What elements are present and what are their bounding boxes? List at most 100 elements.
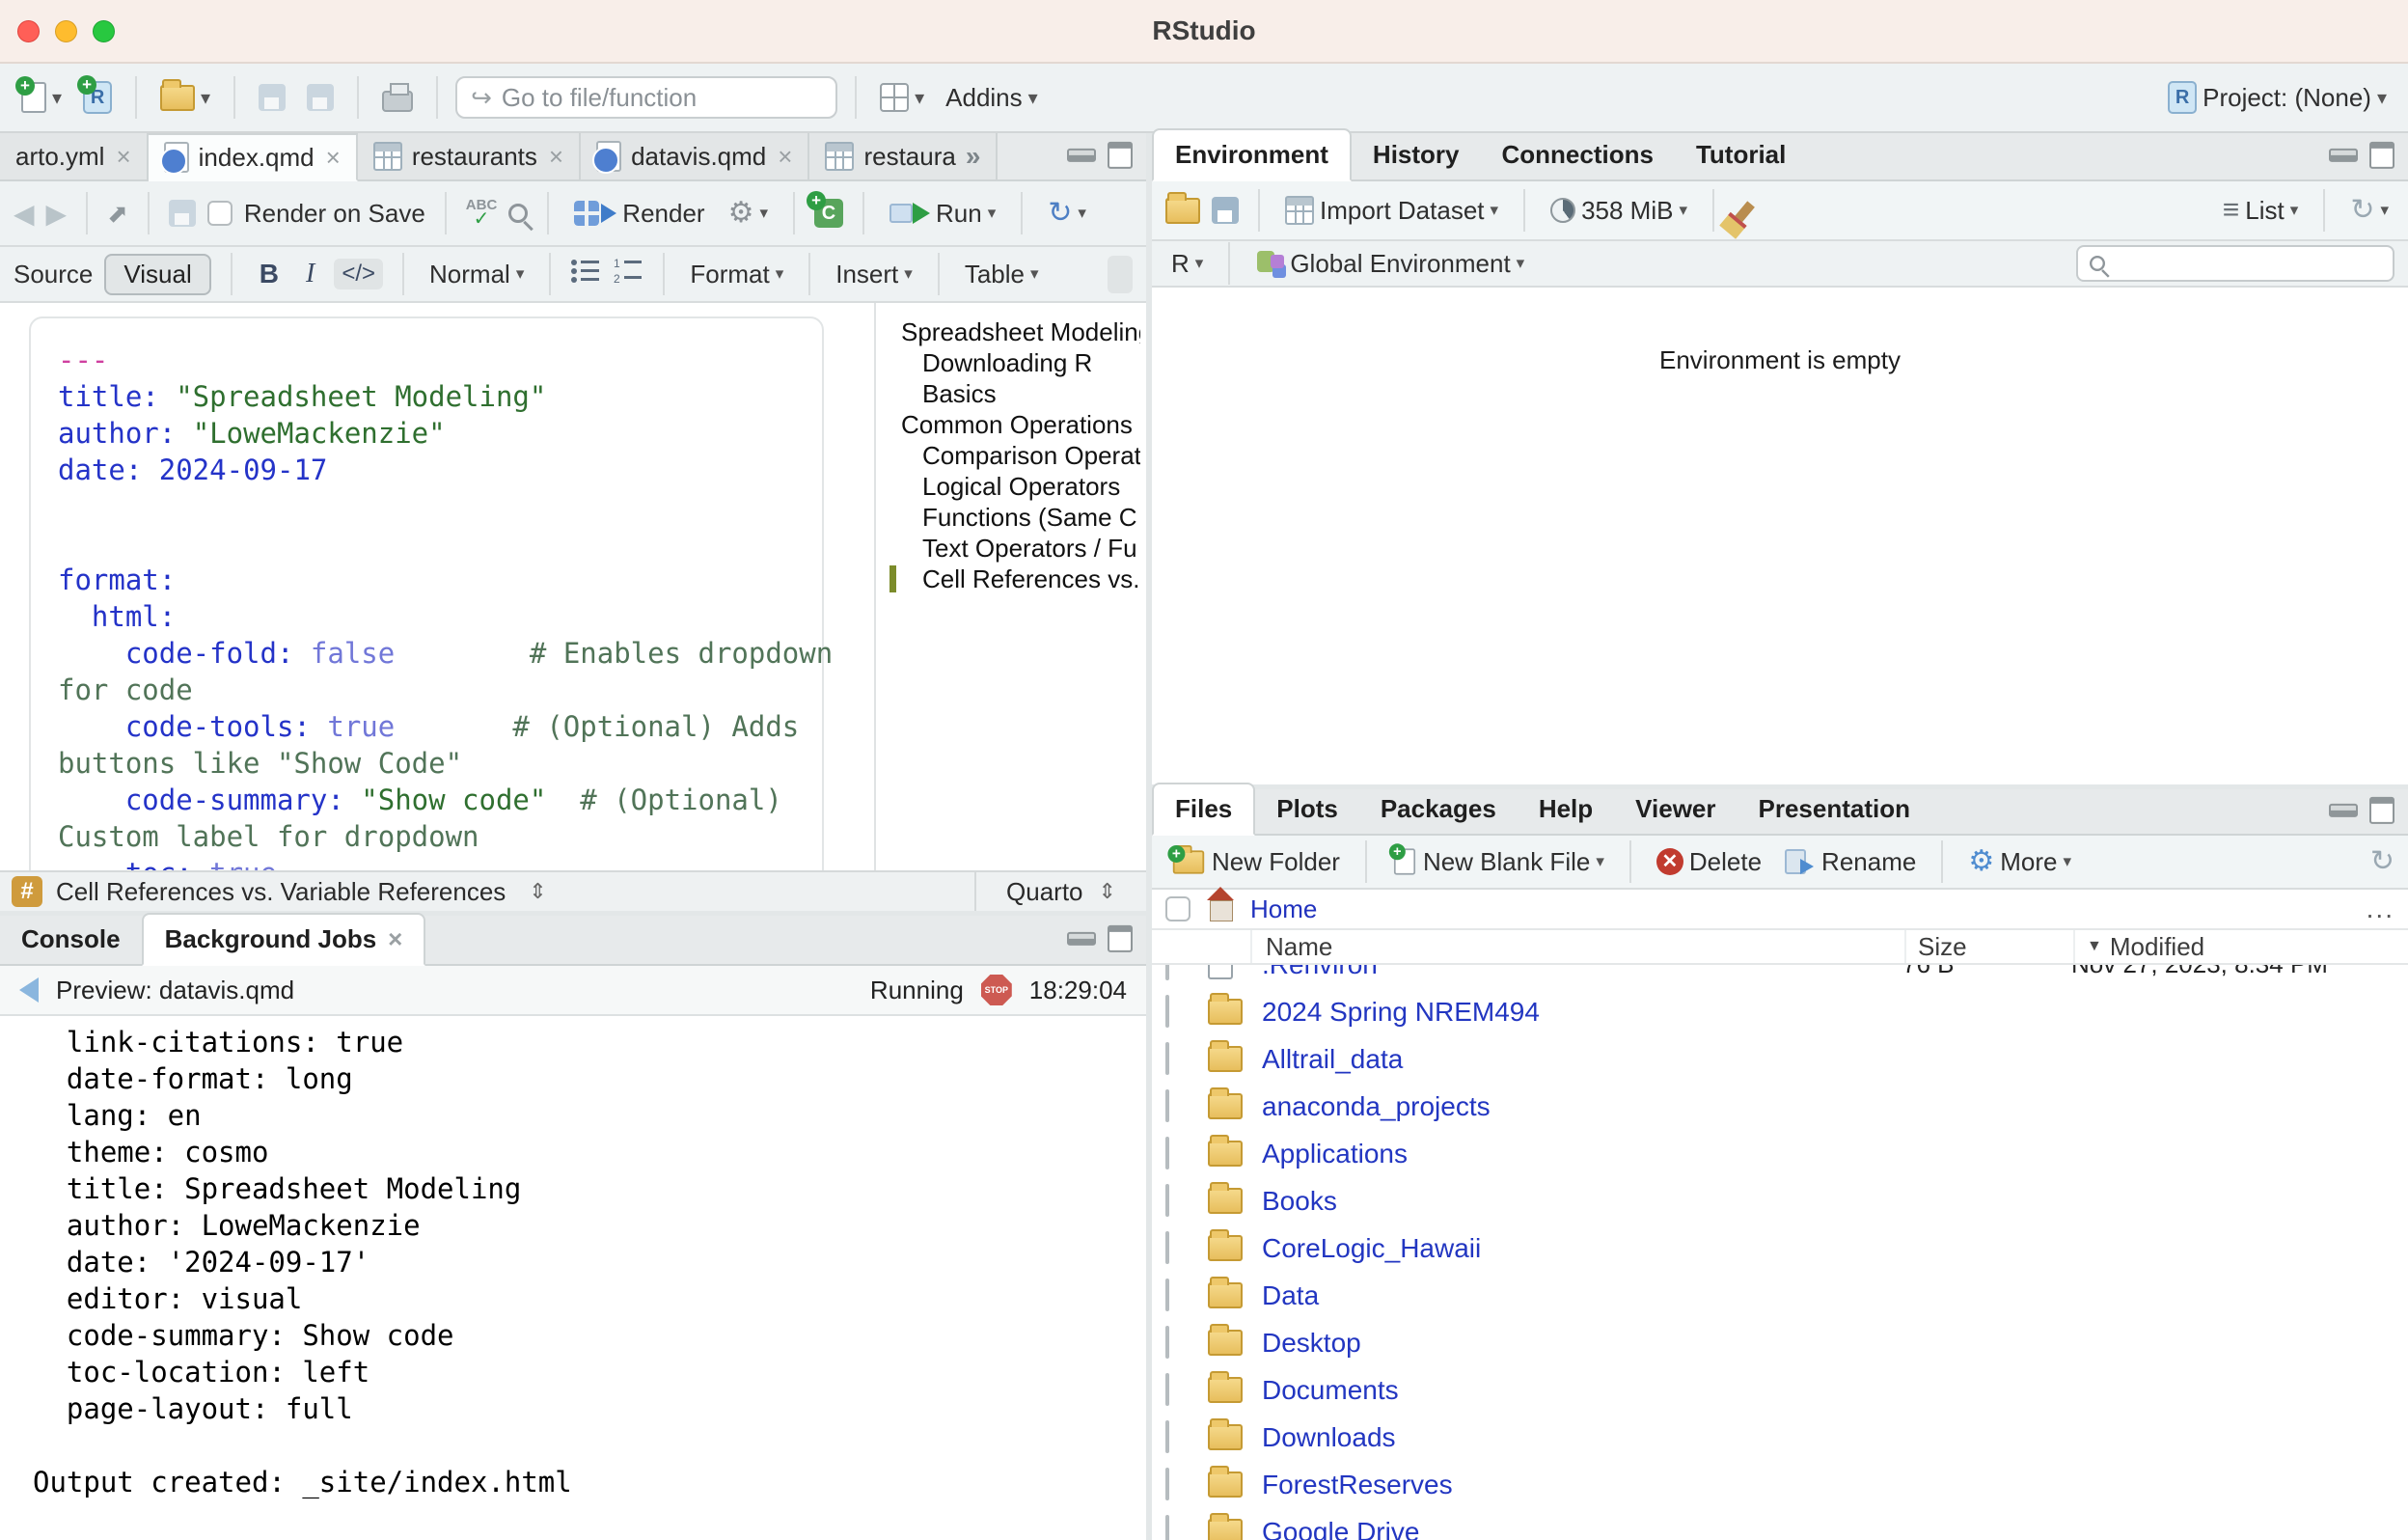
console-tab-Background Jobs[interactable]: Background Jobs× bbox=[142, 913, 426, 966]
outline-toggle-button[interactable] bbox=[1108, 256, 1133, 293]
file-name-link[interactable]: CoreLogic_Hawaii bbox=[1262, 1233, 1902, 1264]
close-tab-icon[interactable]: × bbox=[116, 142, 130, 172]
tab-Environment[interactable]: Environment bbox=[1152, 128, 1352, 181]
file-row[interactable]: anaconda_projects bbox=[1152, 1083, 2408, 1130]
outline-item[interactable]: Cell References vs. … bbox=[876, 564, 1140, 594]
new-folder-button[interactable]: New Folder bbox=[1165, 843, 1346, 881]
outline-item[interactable]: Downloading R bbox=[876, 347, 1140, 378]
close-tab-icon[interactable]: × bbox=[388, 924, 402, 954]
outline-item[interactable]: Basics bbox=[876, 378, 1140, 409]
visual-mode-button[interactable]: Visual bbox=[104, 254, 210, 295]
file-row[interactable]: Google Drive bbox=[1152, 1508, 2408, 1540]
file-name-link[interactable]: 2024 Spring NREM494 bbox=[1262, 997, 1902, 1028]
section-navigator[interactable]: # Cell References vs. Variable Reference… bbox=[12, 876, 974, 907]
minimize-pane-icon[interactable] bbox=[2329, 804, 2358, 817]
environment-scope-selector[interactable]: Global Environment ▾ bbox=[1249, 245, 1530, 283]
tab-overflow-icon[interactable]: » bbox=[966, 141, 981, 172]
outline-item[interactable]: Common Operations … bbox=[876, 409, 1140, 440]
file-name-link[interactable]: Data bbox=[1262, 1280, 1902, 1311]
insert-chunk-button[interactable]: C bbox=[814, 199, 843, 228]
new-file-button[interactable]: ▾ bbox=[15, 78, 68, 117]
home-breadcrumb-link[interactable]: Home bbox=[1250, 894, 1317, 924]
file-checkbox[interactable] bbox=[1165, 1089, 1169, 1122]
column-header-name[interactable]: Name bbox=[1252, 930, 1906, 963]
file-row[interactable]: Data bbox=[1152, 1272, 2408, 1319]
tab-Help[interactable]: Help bbox=[1518, 784, 1614, 834]
outline-item[interactable]: Spreadsheet Modeling bbox=[876, 316, 1140, 347]
file-checkbox[interactable] bbox=[1165, 1373, 1169, 1406]
file-checkbox[interactable] bbox=[1165, 995, 1169, 1028]
file-row[interactable]: Books bbox=[1152, 1177, 2408, 1224]
table-menu[interactable]: Table ▾ bbox=[959, 256, 1045, 293]
italic-button[interactable]: I bbox=[298, 259, 322, 289]
file-name-link[interactable]: Books bbox=[1262, 1186, 1902, 1217]
back-icon[interactable]: ◀ bbox=[14, 198, 35, 230]
editor-tab-restaurants[interactable]: restaurants× bbox=[358, 133, 581, 179]
source-mode-button[interactable]: Source bbox=[14, 260, 93, 289]
close-tab-icon[interactable]: × bbox=[326, 143, 341, 173]
file-name-link[interactable]: Applications bbox=[1262, 1139, 1902, 1169]
minimize-pane-icon[interactable] bbox=[2329, 149, 2358, 162]
document-mode-selector[interactable]: Quarto ⇕ bbox=[974, 872, 1146, 911]
print-button[interactable] bbox=[376, 79, 419, 116]
column-header-size[interactable]: Size bbox=[1906, 930, 2075, 963]
file-checkbox[interactable] bbox=[1165, 1468, 1169, 1500]
list-view-button[interactable]: ≡ List ▾ bbox=[2217, 190, 2305, 231]
refresh-environment-button[interactable]: ↻ ▾ bbox=[2344, 192, 2394, 229]
find-replace-icon[interactable] bbox=[508, 204, 528, 223]
source-rerun-button[interactable]: ↻ ▾ bbox=[1042, 195, 1092, 232]
file-row[interactable]: Downloads bbox=[1152, 1414, 2408, 1461]
file-checkbox[interactable] bbox=[1165, 1184, 1169, 1217]
code-format-button[interactable]: </> bbox=[334, 259, 383, 289]
tab-Viewer[interactable]: Viewer bbox=[1614, 784, 1737, 834]
file-row[interactable]: Documents bbox=[1152, 1366, 2408, 1414]
outline-item[interactable]: Logical Operators bbox=[876, 471, 1140, 502]
minimize-pane-icon[interactable] bbox=[1067, 932, 1096, 946]
maximize-pane-icon[interactable] bbox=[2369, 797, 2394, 824]
file-name-link[interactable]: Documents bbox=[1262, 1375, 1902, 1406]
refresh-files-icon[interactable]: ↻ bbox=[2370, 847, 2394, 876]
clear-objects-icon[interactable] bbox=[1734, 201, 1755, 223]
tab-History[interactable]: History bbox=[1352, 130, 1481, 179]
delete-button[interactable]: ✕ Delete bbox=[1651, 843, 1767, 881]
forward-icon[interactable]: ▶ bbox=[46, 198, 68, 230]
tab-Connections[interactable]: Connections bbox=[1481, 130, 1675, 179]
memory-usage-button[interactable]: 358 MiB ▾ bbox=[1545, 192, 1693, 230]
file-checkbox[interactable] bbox=[1165, 1042, 1169, 1075]
editor-tab-restaura[interactable]: restaura» bbox=[809, 133, 998, 179]
column-header-modified[interactable]: ▼ Modified bbox=[2075, 930, 2408, 963]
job-back-icon[interactable] bbox=[19, 977, 39, 1003]
file-name-link[interactable]: Google Drive bbox=[1262, 1517, 1902, 1540]
file-checkbox[interactable] bbox=[1165, 1515, 1169, 1540]
rename-button[interactable]: Rename bbox=[1779, 843, 1922, 881]
new-blank-file-button[interactable]: New Blank File ▾ bbox=[1386, 842, 1610, 881]
environment-search-input[interactable] bbox=[2076, 245, 2394, 282]
load-workspace-icon[interactable] bbox=[1165, 198, 1200, 224]
file-name-link[interactable]: Desktop bbox=[1262, 1328, 1902, 1359]
file-row[interactable]: .Renviron76 BNov 27, 2023, 8:34 PM bbox=[1152, 965, 2408, 988]
insert-menu[interactable]: Insert ▾ bbox=[830, 256, 918, 293]
file-name-link[interactable]: .Renviron bbox=[1262, 965, 1902, 980]
maximize-pane-icon[interactable] bbox=[2369, 142, 2394, 169]
yaml-frontmatter-block[interactable]: ---title: "Spreadsheet Modeling"author: … bbox=[29, 316, 824, 870]
minimize-pane-icon[interactable] bbox=[1067, 149, 1096, 162]
file-checkbox[interactable] bbox=[1165, 1279, 1169, 1311]
bold-button[interactable]: B bbox=[252, 259, 287, 289]
run-button[interactable]: Run ▾ bbox=[884, 195, 1001, 233]
spellcheck-icon[interactable]: ABC✓ bbox=[466, 198, 498, 229]
addins-button[interactable]: Addins ▾ bbox=[940, 79, 1044, 117]
numbered-list-button[interactable]: 12 bbox=[613, 257, 643, 292]
close-tab-icon[interactable]: × bbox=[778, 142, 792, 172]
maximize-pane-icon[interactable] bbox=[1108, 142, 1133, 169]
file-row[interactable]: CoreLogic_Hawaii bbox=[1152, 1224, 2408, 1272]
open-in-new-window-icon[interactable]: ⬈ bbox=[107, 199, 128, 229]
file-row[interactable]: Alltrail_data bbox=[1152, 1035, 2408, 1083]
tab-Presentation[interactable]: Presentation bbox=[1738, 784, 1932, 834]
save-workspace-icon[interactable] bbox=[1212, 197, 1239, 224]
tab-Packages[interactable]: Packages bbox=[1359, 784, 1518, 834]
file-checkbox[interactable] bbox=[1165, 965, 1169, 980]
bullet-list-button[interactable] bbox=[570, 257, 601, 292]
project-menu-button[interactable]: R Project: (None) ▾ bbox=[2162, 77, 2393, 118]
file-list[interactable]: .Renviron76 BNov 27, 2023, 8:34 PM 2024 S… bbox=[1152, 965, 2408, 1540]
file-row[interactable]: Desktop bbox=[1152, 1319, 2408, 1366]
